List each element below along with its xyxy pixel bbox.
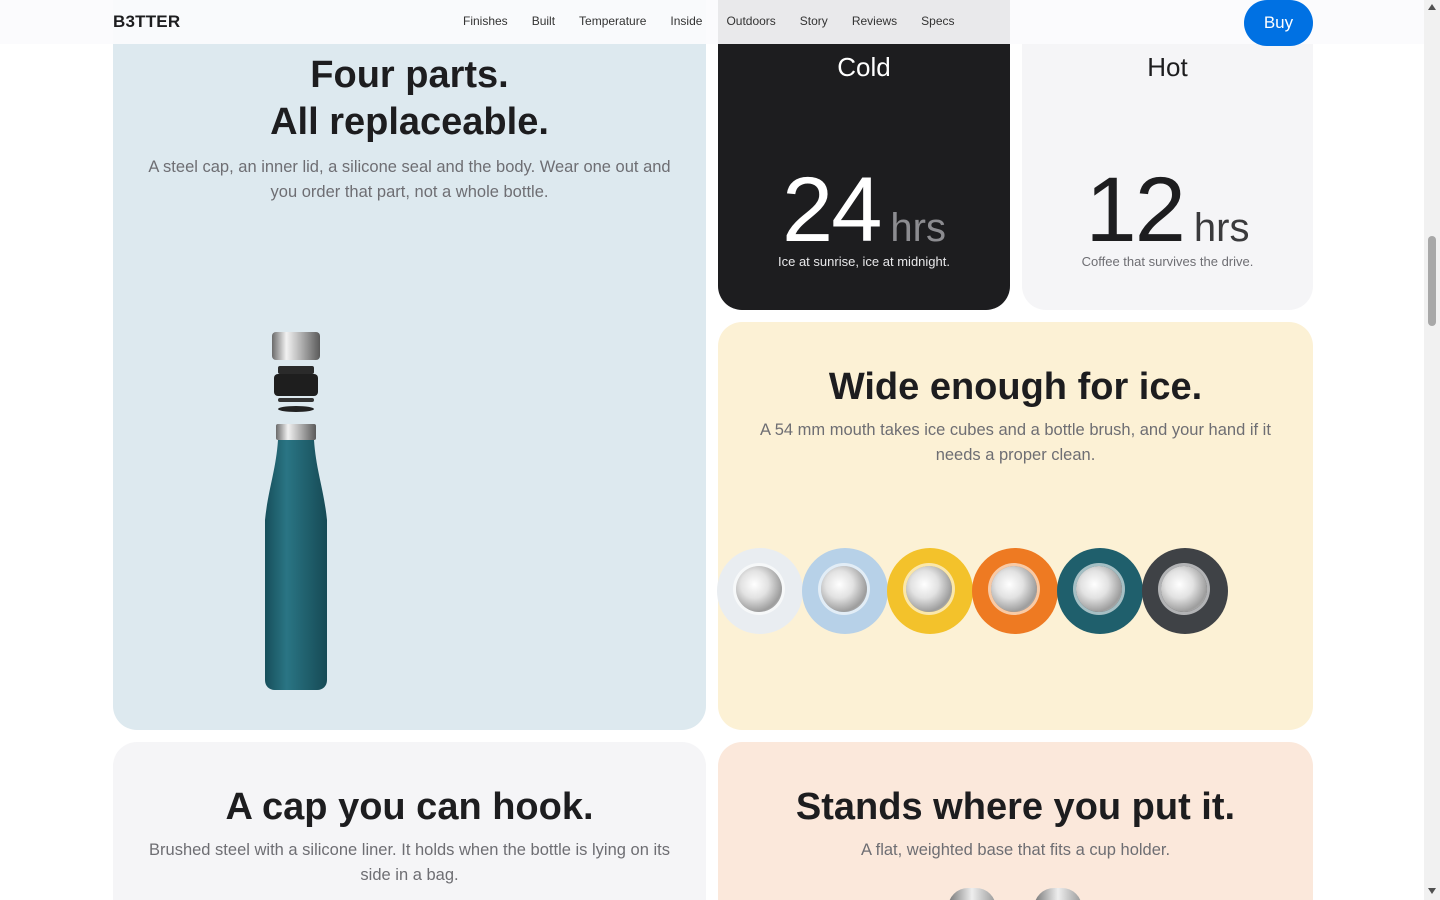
inner-lid-shape xyxy=(274,374,318,396)
hot-hours-unit: hrs xyxy=(1193,206,1250,250)
lid-yellow xyxy=(887,548,973,634)
steel-cap-shape xyxy=(272,332,320,360)
cold-note: Ice at sunrise, ice at midnight. xyxy=(778,254,950,269)
nav-link-finishes[interactable]: Finishes xyxy=(463,14,508,28)
stand-title: Stands where you put it. xyxy=(795,786,1236,828)
scroll-thumb[interactable] xyxy=(1428,236,1436,326)
exploded-bottle-image xyxy=(260,330,332,692)
lid-teal xyxy=(1057,548,1143,634)
nav-link-reviews[interactable]: Reviews xyxy=(852,14,897,28)
parts-desc-line1: A steel cap, an inner lid, a silicone se… xyxy=(148,158,671,176)
wide-title: Wide enough for ice. xyxy=(828,366,1203,408)
cap-desc-line1: Brushed steel with a silicone liner. It … xyxy=(149,841,670,859)
parts-title-line2: All replaceable. xyxy=(270,101,549,143)
lid-light-blue xyxy=(802,548,888,634)
nav-links: Finishes Built Temperature Inside Outdoo… xyxy=(463,14,979,28)
hot-duration: 12 hrs xyxy=(1022,158,1313,263)
bottle-body-shape xyxy=(265,440,327,690)
cold-hours-unit: hrs xyxy=(890,206,946,250)
bottle-neck-shape xyxy=(276,424,316,440)
buy-button[interactable]: Buy xyxy=(1244,0,1313,46)
parts-card: Four parts. All replaceable. A steel cap… xyxy=(113,0,706,730)
scroll-down-arrow-icon[interactable] xyxy=(1428,888,1436,894)
lid-orange xyxy=(972,548,1058,634)
hot-hours-value: 12 xyxy=(1085,159,1186,261)
inner-lid-top-shape xyxy=(278,366,314,374)
nav-link-inside[interactable]: Inside xyxy=(670,14,702,28)
cap-card: A cap you can hook. Brushed steel with a… xyxy=(113,742,706,900)
stand-card: Stands where you put it. A flat, weighte… xyxy=(718,742,1313,900)
cap-desc-line2: side in a bag. xyxy=(360,866,459,884)
page-scrollbar[interactable] xyxy=(1424,0,1440,900)
wide-mouth-card: Wide enough for ice. A 54 mm mouth takes… xyxy=(718,322,1313,730)
cold-hours-value: 24 xyxy=(782,159,882,261)
scroll-up-arrow-icon[interactable] xyxy=(1428,4,1436,10)
parts-title-line1: Four parts. xyxy=(310,54,509,96)
silicone-seal-shape xyxy=(278,406,314,412)
hot-card: Hot 12 hrs Coffee that survives the drive… xyxy=(1022,0,1313,310)
lid-charcoal xyxy=(1142,548,1228,634)
base-preview-left xyxy=(948,888,996,900)
nav-link-story[interactable]: Story xyxy=(800,14,828,28)
base-preview-right xyxy=(1034,888,1082,900)
cap-title: A cap you can hook. xyxy=(225,786,594,828)
hot-note: Coffee that survives the drive. xyxy=(1081,254,1254,269)
nav-link-specs[interactable]: Specs xyxy=(921,14,954,28)
cold-duration: 24 hrs xyxy=(718,158,1010,263)
stand-desc: A flat, weighted base that fits a cup ho… xyxy=(860,841,1171,859)
nav-link-outdoors[interactable]: Outdoors xyxy=(726,14,775,28)
brand-logo[interactable]: B3TTER xyxy=(113,12,180,32)
wide-desc-line2: needs a proper clean. xyxy=(935,446,1096,464)
wide-desc-line1: A 54 mm mouth takes ice cubes and a bott… xyxy=(760,421,1271,439)
parts-desc-line2: you order that part, not a whole bottle. xyxy=(270,183,549,201)
nav-link-built[interactable]: Built xyxy=(532,14,555,28)
cold-card: Cold 24 hrs Ice at sunrise, ice at midnig… xyxy=(718,0,1010,310)
lid-colors-row xyxy=(717,548,1228,634)
nav-link-temperature[interactable]: Temperature xyxy=(579,14,646,28)
cold-label: Cold xyxy=(837,52,891,82)
hot-label: Hot xyxy=(1147,52,1188,82)
top-nav: B3TTER Finishes Built Temperature Inside… xyxy=(0,0,1424,46)
lid-white xyxy=(717,548,803,634)
